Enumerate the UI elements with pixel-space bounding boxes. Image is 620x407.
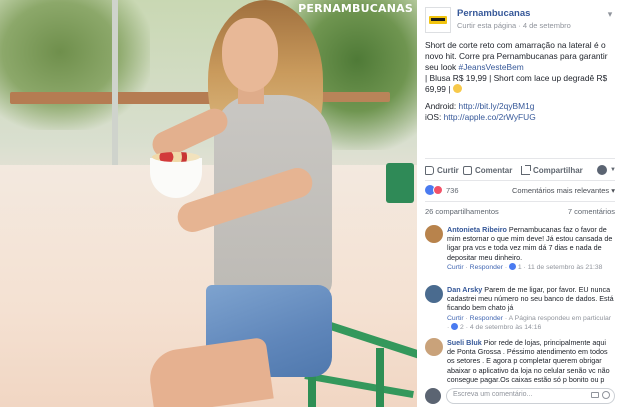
- comment-like-count[interactable]: 1: [518, 264, 522, 271]
- hashtag-link[interactable]: #JeansVesteBem: [459, 62, 524, 72]
- share-label: Compartilhar: [533, 165, 583, 175]
- background-trees: [0, 0, 150, 130]
- like-reaction-icon: [508, 262, 516, 270]
- comment-body: Dan Arsky Parem de me ligar, por favor. …: [447, 285, 615, 332]
- fruit: [152, 152, 200, 162]
- avatar: [597, 165, 607, 175]
- share-button[interactable]: Compartilhar: [521, 163, 583, 177]
- comment-sort-label: Comentários mais relevantes: [512, 186, 610, 195]
- app-links: Android: http://bit.ly/2qyBM1g iOS: http…: [425, 101, 615, 123]
- smile-emoji-icon: [452, 84, 462, 93]
- caption-line: 69,99 |: [425, 84, 615, 95]
- background-roof: [10, 92, 230, 104]
- comment-text-line: Antonieta Ribeiro Pernambucanas faz o fa…: [447, 225, 615, 262]
- like-reaction-icon: [451, 322, 459, 330]
- caption-text: 69,99 |: [425, 84, 453, 94]
- emoji-icon[interactable]: [602, 391, 610, 399]
- comment-composer: Escreva um comentário...: [425, 388, 615, 404]
- comment-like-link[interactable]: Curtir: [447, 264, 464, 271]
- caption-line: | Blusa R$ 19,99 | Short com lace up deg…: [425, 73, 608, 83]
- caption-text: seu look: [425, 62, 459, 72]
- avatar[interactable]: [425, 225, 443, 243]
- shares-count[interactable]: 26 compartilhamentos: [425, 207, 499, 216]
- ios-label: iOS:: [425, 112, 444, 122]
- page-name-link[interactable]: Pernambucanas: [457, 8, 530, 19]
- caption-line: novo hit. Corre pra Pernambucanas para g…: [425, 51, 608, 61]
- comment-sort-dropdown[interactable]: Comentários mais relevantes ▾: [512, 186, 615, 195]
- post-header: Pernambucanas Curtir esta página · 4 de …: [425, 6, 615, 36]
- ios-url[interactable]: http://apple.co/2rWyFUG: [444, 112, 536, 122]
- commenter-name[interactable]: Antonieta Ribeiro: [447, 225, 507, 234]
- love-reaction-icon: [433, 185, 443, 195]
- brand-logo: [429, 16, 447, 24]
- comment-label: Comentar: [475, 165, 513, 175]
- comment-reply-link[interactable]: Responder: [470, 315, 503, 322]
- ios-line: iOS: http://apple.co/2rWyFUG: [425, 112, 615, 123]
- avatar[interactable]: [425, 285, 443, 303]
- background-pole: [112, 0, 118, 170]
- chevron-down-icon[interactable]: ▾: [605, 9, 615, 19]
- comment-button[interactable]: Comentar: [463, 163, 512, 177]
- divider: [425, 158, 615, 159]
- chevron-down-icon: ▼: [610, 167, 616, 173]
- comment-like-count[interactable]: 2: [460, 324, 464, 331]
- comment-text-line: Dan Arsky Parem de me ligar, por favor. …: [447, 285, 615, 313]
- engagement-counts: 26 compartilhamentos 7 comentários: [425, 207, 615, 217]
- railing-post-right: [376, 348, 384, 407]
- page-subline: Curtir esta página · 4 de setembro: [457, 21, 571, 30]
- comment-meta: Curtir · Responder · A Página respondeu …: [447, 314, 612, 331]
- page-replied-note: A Página respondeu em particular: [508, 314, 612, 322]
- green-bin: [386, 163, 414, 203]
- avatar[interactable]: [425, 338, 443, 356]
- comments-count[interactable]: 7 comentários: [568, 207, 615, 216]
- share-icon: [521, 164, 531, 175]
- divider: [425, 201, 615, 202]
- android-line: Android: http://bit.ly/2qyBM1g: [425, 101, 615, 112]
- comment-text-line: Sueli Bluk Pior rede de lojas, principal…: [447, 338, 615, 384]
- like-page-link[interactable]: Curtir esta página: [457, 21, 516, 30]
- comment-body: Antonieta Ribeiro Pernambucanas faz o fa…: [447, 225, 615, 272]
- android-url[interactable]: http://bit.ly/2qyBM1g: [459, 101, 535, 111]
- like-icon: [425, 165, 434, 175]
- caption-line: Short de corte reto com amarração na lat…: [425, 40, 606, 50]
- android-label: Android:: [425, 101, 459, 111]
- comment-body: Sueli Bluk Pior rede de lojas, principal…: [447, 338, 615, 384]
- comment-reply-link[interactable]: Responder: [470, 264, 503, 271]
- like-label: Curtir: [437, 165, 459, 175]
- facebook-photo-viewer: PERNAMBUCANAS Pernambucanas Curtir esta …: [0, 0, 620, 407]
- comment-like-link[interactable]: Curtir: [447, 315, 464, 322]
- like-button[interactable]: Curtir: [425, 163, 459, 177]
- meta-separator: ·: [516, 21, 523, 30]
- comment-input[interactable]: Escreva um comentário...: [446, 388, 615, 404]
- post-caption: Short de corte reto com amarração na lat…: [425, 40, 615, 95]
- avatar: [425, 388, 441, 404]
- divider: [425, 180, 615, 181]
- comment-icon: [463, 165, 472, 175]
- chevron-down-icon: ▾: [611, 186, 615, 195]
- comment-time[interactable]: 4 de setembro às 14:16: [470, 324, 541, 331]
- commenter-name[interactable]: Sueli Bluk: [447, 338, 482, 347]
- post-sidebar: Pernambucanas Curtir esta página · 4 de …: [417, 0, 620, 407]
- post-as-selector[interactable]: ▼: [597, 163, 616, 177]
- post-photo[interactable]: PERNAMBUCANAS: [0, 0, 417, 407]
- comment-time[interactable]: 11 de setembro às 21:38: [528, 264, 603, 271]
- post-date[interactable]: 4 de setembro: [523, 21, 571, 30]
- post-actions: Curtir Comentar Compartilhar ▼: [425, 163, 616, 177]
- commenter-name[interactable]: Dan Arsky: [447, 285, 482, 294]
- brand-watermark: PERNAMBUCANAS: [298, 2, 413, 15]
- caption-line: seu look #JeansVesteBem: [425, 62, 615, 73]
- reactions-summary[interactable]: 736 Comentários mais relevantes ▾: [425, 185, 615, 197]
- camera-icon[interactable]: [591, 392, 599, 398]
- model-face: [222, 18, 278, 92]
- reactions-count[interactable]: 736: [446, 186, 459, 195]
- comment-meta: Curtir · Responder · 1 · 11 de setembro …: [447, 262, 603, 271]
- page-avatar[interactable]: [425, 7, 451, 33]
